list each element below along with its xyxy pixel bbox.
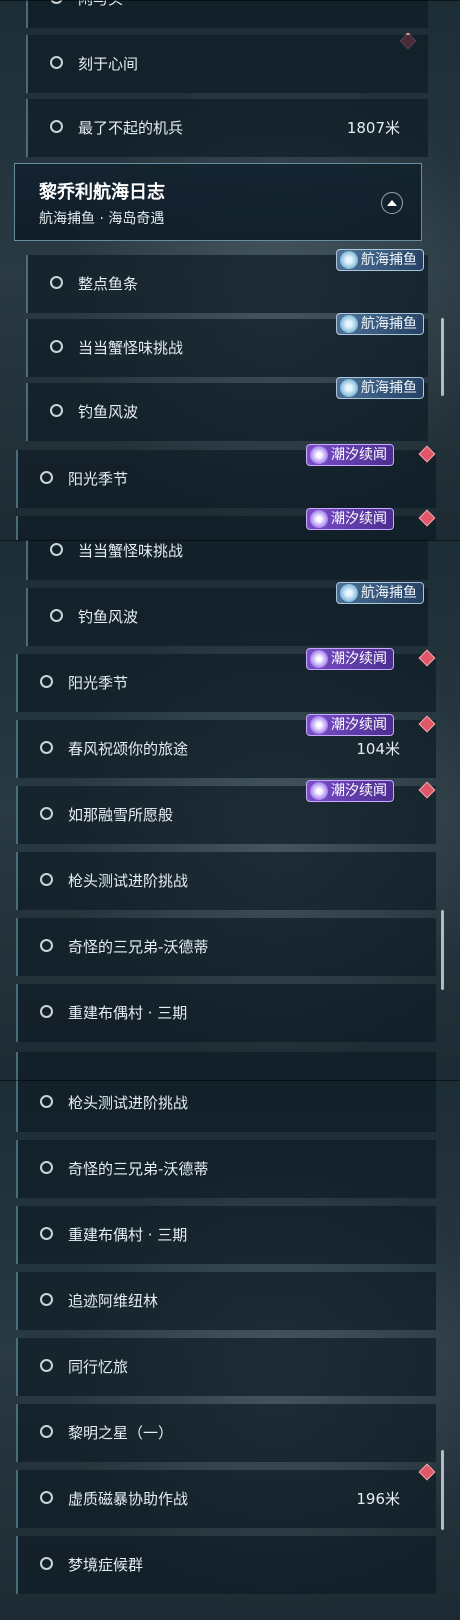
quest-label: 整点鱼条 [78,275,139,293]
quest-distance: 104米 [356,740,400,758]
quest-row[interactable]: 梦境症候群 [16,1536,436,1594]
quest-row[interactable]: 刻于心间 [26,35,428,93]
quest-label: 钓鱼风波 [78,403,139,421]
tide-badge: 潮汐续闻 [306,648,394,670]
scrollbar-thumb[interactable] [441,1450,444,1530]
quest-row[interactable]: 重建布偶村 · 三期 [16,1206,436,1264]
fishing-badge: 航海捕鱼 [336,377,424,399]
quest-label: 枪头测试进阶挑战 [68,1094,189,1112]
quest-row[interactable]: 闲与头 [26,0,428,28]
wave-icon [340,315,358,333]
quest-label: 梦境症候群 [68,1556,144,1574]
status-circle-icon [50,404,63,417]
quest-label: 当当蟹怪味挑战 [78,339,184,357]
quest-row[interactable]: 追迹阿维纽林 [16,1272,436,1330]
quest-label: 阳光季节 [68,470,129,488]
quest-label: 重建布偶村 · 三期 [68,1226,188,1244]
quest-distance: 1807米 [346,119,400,137]
status-circle-icon [40,1161,53,1174]
quest-row[interactable]: 当当蟹怪味挑战 [26,540,428,580]
quest-row[interactable]: 奇怪的三兄弟-沃德蒂 [16,918,436,976]
quest-row[interactable] [16,1052,436,1080]
status-circle-icon [50,543,63,556]
wave-icon [340,584,358,602]
quest-row[interactable]: 奇怪的三兄弟-沃德蒂 [16,1140,436,1198]
status-circle-icon [40,741,53,754]
star-sparkle-icon [310,782,328,800]
quest-row[interactable]: 黎明之星（一） [16,1404,436,1462]
status-circle-icon [40,1491,53,1504]
quest-row[interactable]: 枪头测试进阶挑战 [16,1080,436,1132]
tide-badge: 潮汐续闻 [306,444,394,466]
scrollbar-thumb[interactable] [441,318,444,396]
star-sparkle-icon [310,510,328,528]
status-circle-icon [50,120,63,133]
quest-row[interactable]: 最了不起的机兵 1807米 [26,99,428,157]
group-subtitle: 航海捕鱼 · 海岛奇遇 [39,211,165,227]
quest-row[interactable]: 虚质磁暴协助作战 196米 [16,1470,436,1528]
fishing-badge: 航海捕鱼 [336,313,424,335]
fishing-badge: 航海捕鱼 [336,582,424,604]
quest-label: 春风祝颂你的旅途 [68,740,189,758]
status-circle-icon [40,1227,53,1240]
collapse-arrow-icon[interactable] [381,192,403,214]
quest-group-header[interactable]: 黎乔利航海日志 航海捕鱼 · 海岛奇遇 [14,163,422,241]
wave-icon [340,379,358,397]
quest-row[interactable]: 枪头测试进阶挑战 [16,852,436,910]
quest-label: 奇怪的三兄弟-沃德蒂 [68,938,209,956]
quest-label: 追迹阿维纽林 [68,1292,159,1310]
status-circle-icon [50,609,63,622]
quest-list-panel-2: 当当蟹怪味挑战 钓鱼风波 航海捕鱼 阳光季节 潮汐续闻 春风祝颂你的旅途 104… [0,540,460,1080]
status-circle-icon [40,873,53,886]
status-circle-icon [50,340,63,353]
tide-badge: 潮汐续闻 [306,780,394,802]
status-circle-icon [40,1005,53,1018]
fishing-badge: 航海捕鱼 [336,249,424,271]
quest-label: 钓鱼风波 [78,608,139,626]
status-circle-icon [40,471,53,484]
status-circle-icon [40,807,53,820]
status-circle-icon [50,0,63,4]
quest-label: 刻于心间 [78,55,139,73]
quest-row[interactable]: 同行忆旅 [16,1338,436,1396]
quest-list-panel-1: 闲与头 刻于心间 最了不起的机兵 1807米 黎乔利航海日志 航海捕鱼 · 海岛… [0,0,460,540]
status-circle-icon [40,1095,53,1108]
group-title: 黎乔利航海日志 [39,182,165,203]
quest-label: 枪头测试进阶挑战 [68,872,189,890]
quest-label: 如那融雪所愿般 [68,806,174,824]
quest-label: 阳光季节 [68,674,129,692]
quest-label: 同行忆旅 [68,1358,129,1376]
status-circle-icon [40,939,53,952]
status-circle-icon [40,1557,53,1570]
status-circle-icon [40,1359,53,1372]
scrollbar-thumb[interactable] [441,910,444,990]
quest-label: 重建布偶村 · 三期 [68,1004,188,1022]
quest-label: 虚质磁暴协助作战 [68,1490,189,1508]
quest-distance: 196米 [356,1490,400,1508]
star-sparkle-icon [310,716,328,734]
tide-badge: 潮汐续闻 [306,508,394,530]
status-circle-icon [40,1293,53,1306]
quest-list-panel-3: 枪头测试进阶挑战 奇怪的三兄弟-沃德蒂 重建布偶村 · 三期 追迹阿维纽林 同行… [0,1080,460,1620]
quest-row[interactable]: 重建布偶村 · 三期 [16,984,436,1042]
star-sparkle-icon [310,650,328,668]
quest-label: 最了不起的机兵 [78,119,184,137]
wave-icon [340,251,358,269]
quest-label: 闲与头 [78,0,123,9]
status-circle-icon [40,675,53,688]
status-circle-icon [40,1425,53,1438]
tide-badge: 潮汐续闻 [306,714,394,736]
star-sparkle-icon [310,446,328,464]
status-circle-icon [50,276,63,289]
quest-label: 当当蟹怪味挑战 [78,542,184,560]
quest-label: 奇怪的三兄弟-沃德蒂 [68,1160,209,1178]
quest-label: 黎明之星（一） [68,1424,174,1442]
status-circle-icon [50,56,63,69]
